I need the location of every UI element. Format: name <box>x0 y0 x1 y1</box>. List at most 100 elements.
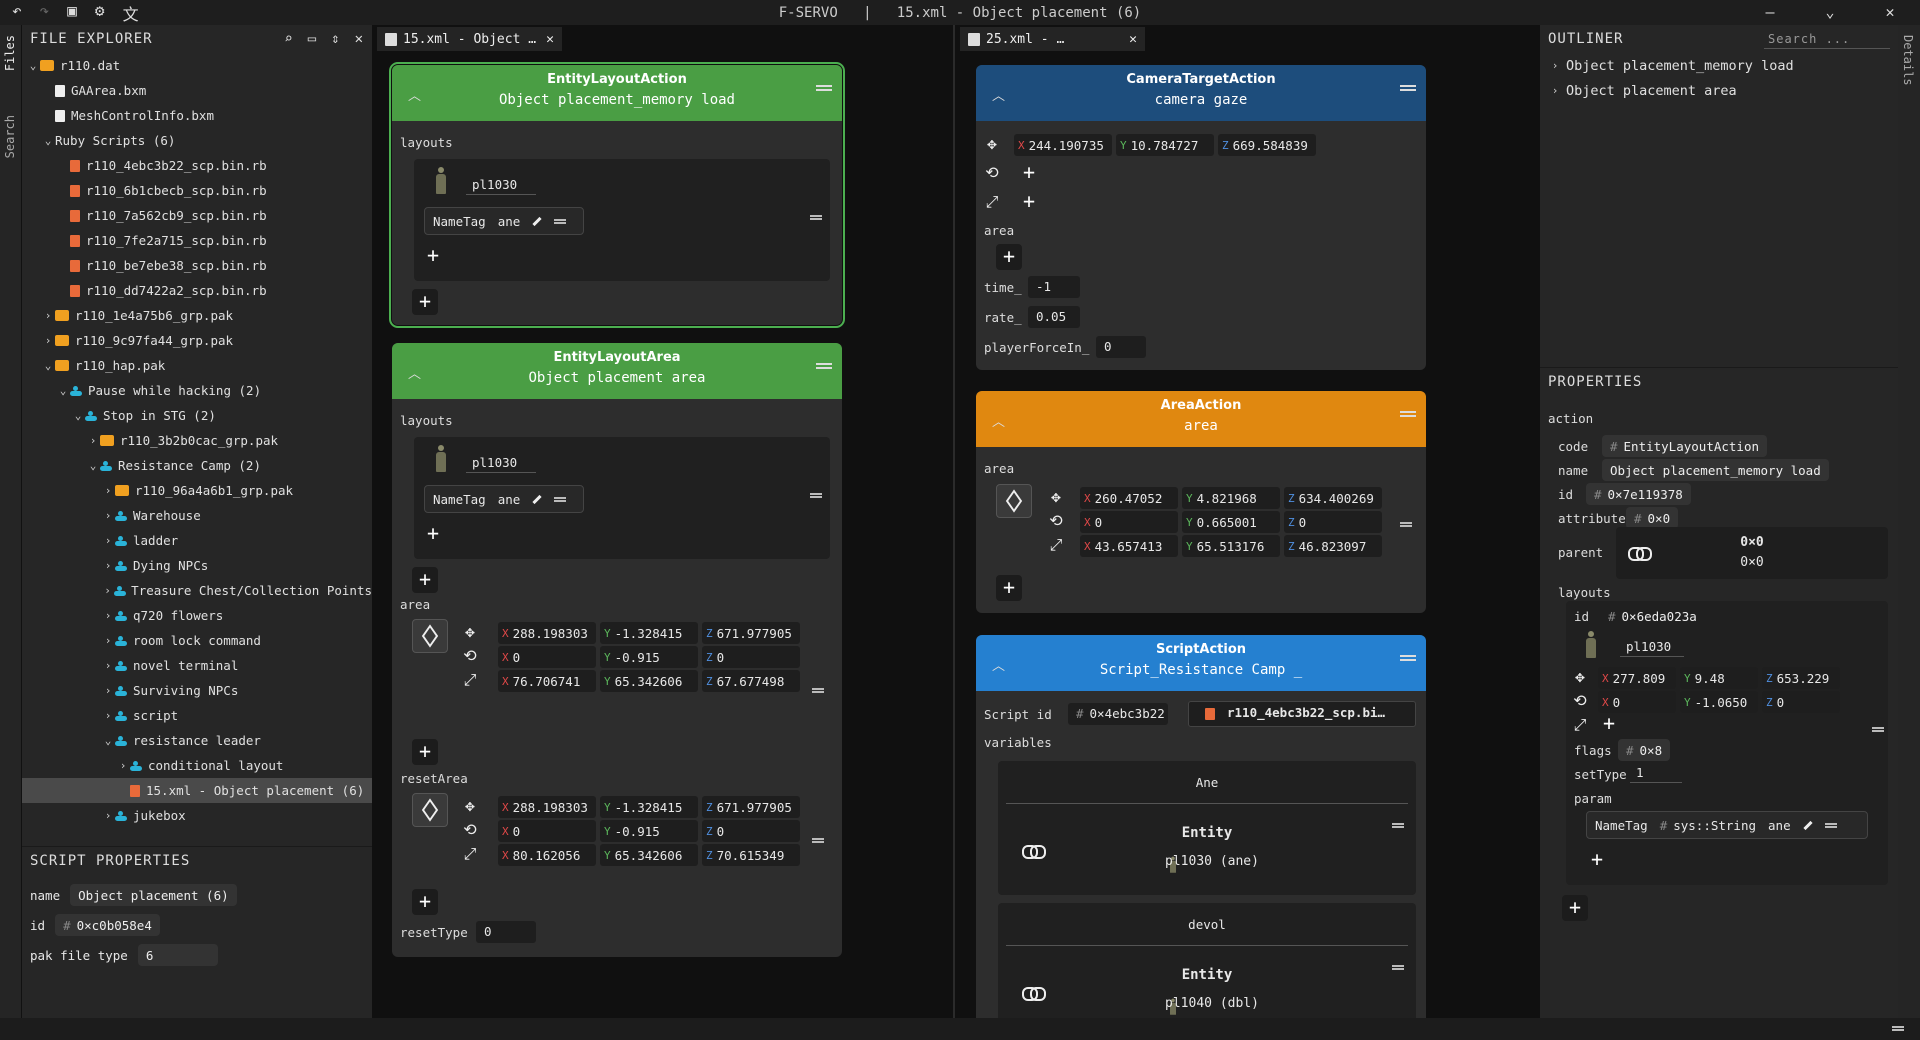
edit-icon[interactable] <box>532 494 542 504</box>
vector-x-field[interactable]: X0 <box>1598 691 1676 713</box>
tree-item[interactable]: ⌄ Pause while hacking (2) <box>22 378 372 403</box>
vector-y-field[interactable]: Y 10.784727 <box>1116 134 1214 156</box>
add-scale-button[interactable]: + <box>1596 711 1622 737</box>
vector-z-field[interactable]: Z0 <box>702 646 800 668</box>
name-field[interactable]: Object placement_memory load <box>1602 459 1829 481</box>
drag-handle-icon[interactable] <box>1400 411 1416 417</box>
tree-item[interactable]: ⌄ r110.dat <box>22 53 372 78</box>
drag-handle-icon[interactable] <box>1400 85 1416 91</box>
tree-item[interactable]: › conditional layout <box>22 753 372 778</box>
vector-z-field[interactable]: Z 669.584839 <box>1218 134 1316 156</box>
vector-z-field[interactable]: Z 46.823097 <box>1284 535 1382 557</box>
add-rotation-button[interactable]: + <box>1016 160 1042 186</box>
node-header[interactable]: ︿ EntityLayoutArea Object placement area <box>392 343 842 399</box>
drag-handle-icon[interactable] <box>810 493 822 498</box>
vector-x-field[interactable]: X 80.162056 <box>498 844 596 866</box>
search-icon[interactable]: ⌕ <box>284 31 293 47</box>
chevron-icon[interactable]: › <box>101 659 115 672</box>
script-name-field[interactable]: Object placement (6) <box>70 884 237 906</box>
add-layout-button[interactable]: + <box>412 567 438 593</box>
tab-25-xml[interactable]: 25.xml - … ✕ <box>960 27 1145 51</box>
expand-icon[interactable]: ⇕ <box>331 31 340 47</box>
tree-item[interactable]: › ladder <box>22 528 372 553</box>
vector-z-field[interactable]: Z 634.400269 <box>1284 487 1382 509</box>
add-area-button[interactable]: + <box>996 244 1022 270</box>
tree-item[interactable]: r110_4ebc3b22_scp.bin.rb <box>22 153 372 178</box>
tree-item[interactable]: r110_dd7422a2_scp.bin.rb <box>22 278 372 303</box>
drag-handle-icon[interactable] <box>554 218 567 224</box>
tab-15-xml[interactable]: 15.xml - Object … ✕ <box>377 27 562 51</box>
chevron-icon[interactable]: › <box>101 684 115 697</box>
tree-item[interactable]: MeshControlInfo.bxm <box>22 103 372 128</box>
tree-item[interactable]: ⌄ Ruby Scripts (6) <box>22 128 372 153</box>
tree-item[interactable]: r110_7a562cb9_scp.bin.rb <box>22 203 372 228</box>
camera-target-action-node[interactable]: ︿ CameraTargetAction camera gaze ✥ X 244.… <box>976 65 1426 370</box>
parent-field[interactable]: 0×0 0×0 <box>1616 527 1888 579</box>
tree-item[interactable]: › script <box>22 703 372 728</box>
tree-item[interactable]: r110_6b1cbecb_scp.bin.rb <box>22 178 372 203</box>
tree-item[interactable]: › r110_9c97fa44_grp.pak <box>22 328 372 353</box>
variable-value[interactable]: pl1040 (dbl) <box>998 996 1416 1011</box>
vector-x-field[interactable]: X 43.657413 <box>1080 535 1178 557</box>
node-header[interactable]: ︿ AreaAction area <box>976 391 1426 447</box>
drag-handle-icon[interactable] <box>554 496 567 502</box>
translate-icon[interactable]: 文 <box>123 1 139 25</box>
chevron-icon[interactable]: › <box>101 584 114 597</box>
edit-icon[interactable] <box>1802 820 1813 830</box>
vector-x-field[interactable]: X0 <box>1080 511 1178 533</box>
script-id-field[interactable]: #0×4ebc3b22 <box>1068 703 1168 725</box>
script-id-field[interactable]: #0×c0b058e4 <box>55 914 160 936</box>
chevron-icon[interactable]: › <box>116 759 130 772</box>
vector-z-field[interactable]: Z 653.229 <box>1762 667 1840 689</box>
tree-item[interactable]: ⌄ Stop in STG (2) <box>22 403 372 428</box>
drag-handle-icon[interactable] <box>812 688 824 693</box>
node-header[interactable]: ︿ EntityLayoutAction Object placement_me… <box>392 65 842 121</box>
tree-item[interactable]: 15.xml - Object placement (6) <box>22 778 372 803</box>
chevron-icon[interactable]: › <box>101 484 115 497</box>
undo-icon[interactable]: ↶ <box>12 1 22 25</box>
chevron-icon[interactable]: › <box>101 559 115 572</box>
chevron-up-icon[interactable]: ︿ <box>408 85 421 104</box>
files-tab[interactable]: Files <box>3 35 17 71</box>
drag-handle-icon[interactable] <box>812 838 824 843</box>
tree-item[interactable]: › Treasure Chest/Collection Points <box>22 578 372 603</box>
close-icon[interactable]: ✕ <box>546 32 554 47</box>
attribute-field[interactable]: #0×0 <box>1626 507 1679 529</box>
menu-icon[interactable] <box>1892 1026 1904 1031</box>
chevron-icon[interactable]: ⌄ <box>56 384 70 397</box>
vector-z-field[interactable]: Z0 <box>1284 511 1382 533</box>
area-action-node[interactable]: ︿ AreaAction area area ✥ ⟲ ⤢ X 260.47052 Y… <box>976 391 1426 613</box>
chevron-icon[interactable]: › <box>101 634 115 647</box>
search-tab[interactable]: Search <box>3 115 17 158</box>
add-area-button[interactable]: + <box>996 575 1022 601</box>
cube-icon[interactable] <box>412 619 448 653</box>
add-area-button[interactable]: + <box>412 739 438 765</box>
vector-y-field[interactable]: Y 9.48 <box>1680 667 1758 689</box>
set-type-field[interactable]: 1 <box>1630 763 1682 783</box>
chevron-icon[interactable]: › <box>101 709 115 722</box>
tree-item[interactable]: › novel terminal <box>22 653 372 678</box>
vector-y-field[interactable]: Y 65.342606 <box>600 844 698 866</box>
tree-item[interactable]: › jukebox <box>22 803 372 828</box>
chevron-right-icon[interactable]: › <box>1548 59 1562 72</box>
chevron-icon[interactable]: ⌄ <box>101 734 115 747</box>
add-layout-button[interactable]: + <box>1562 895 1588 921</box>
chevron-up-icon[interactable]: ︿ <box>992 655 1005 674</box>
drag-handle-icon[interactable] <box>816 85 832 91</box>
outliner-item[interactable]: › Object placement_memory load <box>1540 53 1898 78</box>
vector-z-field[interactable]: Z0 <box>1762 691 1840 713</box>
chevron-icon[interactable]: ⌄ <box>41 359 55 372</box>
edit-icon[interactable] <box>532 216 542 226</box>
close-button[interactable]: ✕ <box>1860 0 1920 25</box>
chevron-right-icon[interactable]: › <box>1548 84 1562 97</box>
vector-x-field[interactable]: X 260.47052 <box>1080 487 1178 509</box>
chevron-icon[interactable]: › <box>101 809 115 822</box>
vector-y-field[interactable]: Y -0.915 <box>600 820 698 842</box>
chevron-icon[interactable]: › <box>86 434 100 447</box>
chevron-icon[interactable]: › <box>101 609 115 622</box>
vector-x-field[interactable]: X 288.198303 <box>498 796 596 818</box>
id-field[interactable]: #0×7e119378 <box>1586 483 1691 505</box>
chevron-icon[interactable]: › <box>41 309 55 322</box>
tree-item[interactable]: GAArea.bxm <box>22 78 372 103</box>
tree-item[interactable]: ⌄ r110_hap.pak <box>22 353 372 378</box>
